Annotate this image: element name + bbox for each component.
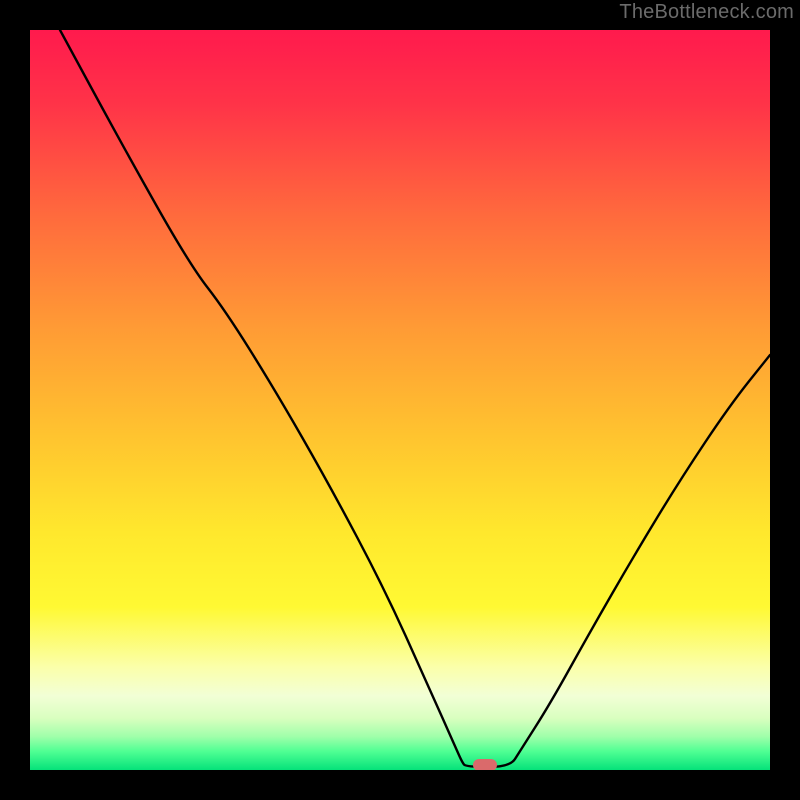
bottleneck-curve — [30, 30, 770, 770]
optimum-marker — [473, 759, 497, 770]
chart-frame: TheBottleneck.com — [0, 0, 800, 800]
watermark-text: TheBottleneck.com — [619, 1, 794, 24]
plot-area — [30, 30, 770, 770]
